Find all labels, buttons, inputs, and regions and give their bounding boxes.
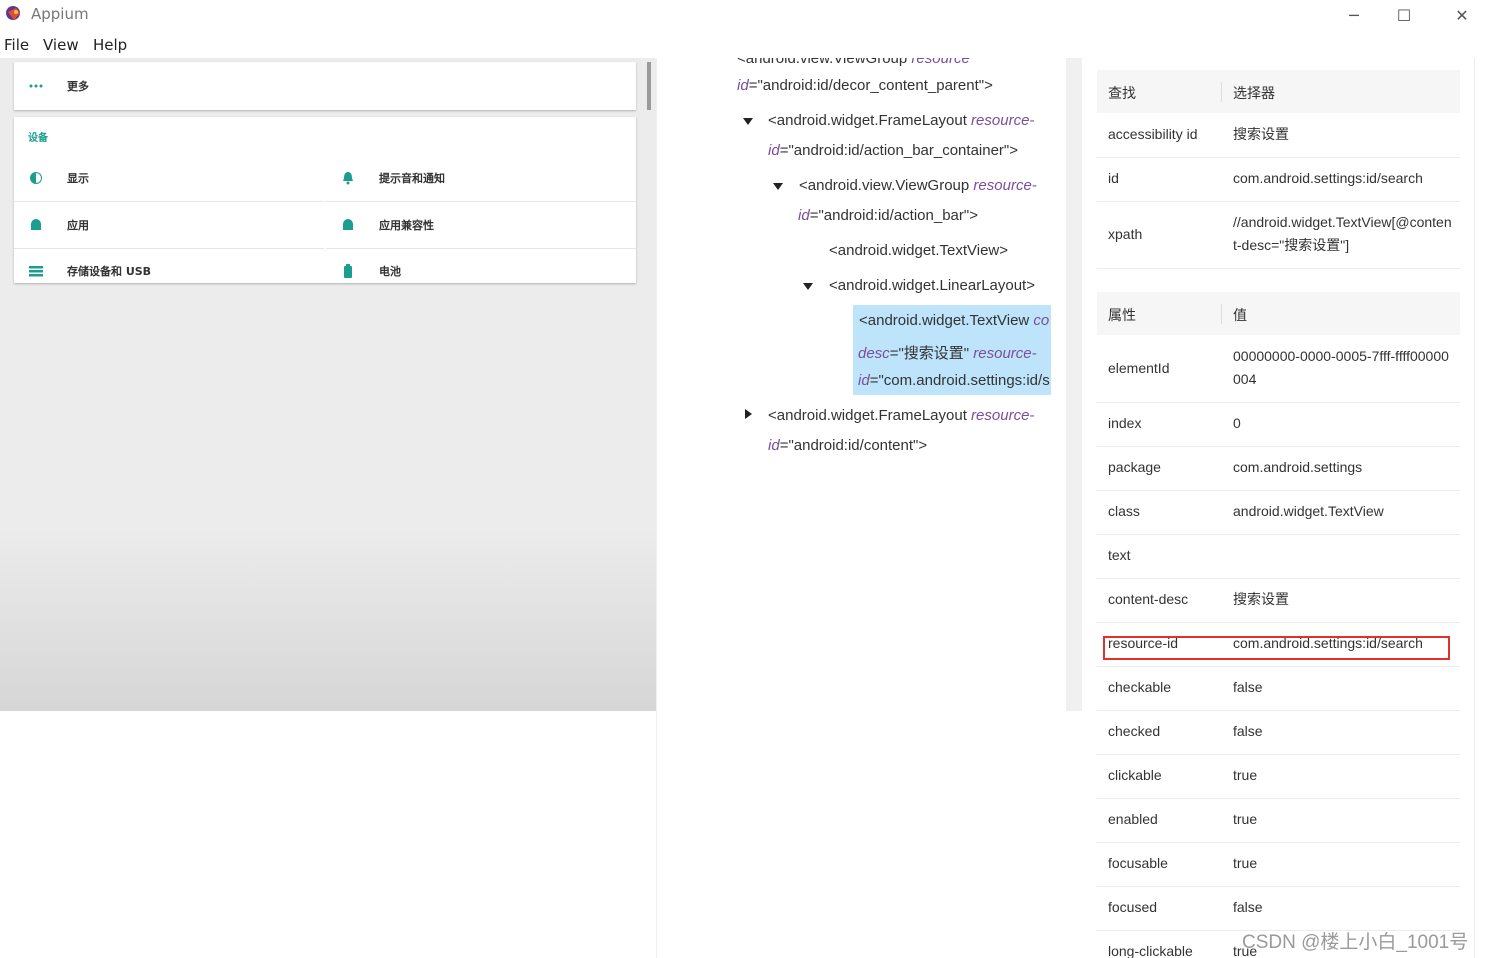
settings-item-storage[interactable]: 存储设备和 USB bbox=[14, 248, 324, 294]
attr-row-focused[interactable]: focused false bbox=[1097, 887, 1460, 931]
attr-row-index[interactable]: index 0 bbox=[1097, 403, 1460, 447]
attr-row-elementid[interactable]: elementId 00000000-0000-0005-7fff-ffff00… bbox=[1097, 336, 1460, 403]
storage-icon bbox=[29, 266, 43, 277]
tree-node-line: id="android:id/decor_content_parent"> bbox=[737, 77, 993, 94]
expand-caret-icon[interactable] bbox=[745, 409, 752, 419]
tree-node-line: id="android:id/action_bar"> bbox=[798, 207, 978, 224]
attribute-table-header: 属性 值 bbox=[1097, 292, 1460, 335]
attr-row-focusable[interactable]: focusable true bbox=[1097, 843, 1460, 887]
tree-node-line: id="android:id/content"> bbox=[768, 437, 928, 454]
attr-row-checkable[interactable]: checkable false bbox=[1097, 667, 1460, 711]
battery-icon bbox=[344, 264, 352, 278]
display-icon bbox=[30, 172, 42, 184]
collapse-caret-icon[interactable] bbox=[803, 283, 813, 290]
android-icon bbox=[343, 219, 353, 230]
attr-row-content-desc[interactable]: content-desc 搜索设置 bbox=[1097, 579, 1460, 623]
source-tree: <android.view.ViewGroup resource id="and… bbox=[656, 58, 1067, 958]
attr-row-enabled[interactable]: enabled true bbox=[1097, 799, 1460, 843]
attr-row-clickable[interactable]: clickable true bbox=[1097, 755, 1460, 799]
column-header: 属性 bbox=[1108, 307, 1136, 323]
settings-item-battery[interactable]: 电池 bbox=[326, 248, 636, 294]
minimize-button[interactable]: ─ bbox=[1326, 0, 1382, 30]
close-button[interactable]: ✕ bbox=[1434, 0, 1488, 30]
menu-help[interactable]: Help bbox=[93, 36, 127, 54]
annotation-highlight-box bbox=[1103, 636, 1450, 660]
devices-card: 设备 显示 提示音和通知 应用 应用兼容性 存储设备和 USB 电池 bbox=[14, 117, 636, 283]
panel-scroll-edge bbox=[1474, 58, 1475, 958]
column-header: 查找 bbox=[1108, 85, 1136, 101]
section-title: 设备 bbox=[28, 133, 48, 144]
settings-item-more[interactable]: 更多 bbox=[14, 63, 324, 109]
collapse-caret-icon[interactable] bbox=[743, 118, 753, 125]
attributes-panel: 查找 选择器 accessibility id 搜索设置 id com.andr… bbox=[1082, 58, 1488, 958]
tree-node-line: id="android:id/action_bar_container"> bbox=[768, 142, 1019, 159]
settings-item-compat[interactable]: 应用兼容性 bbox=[326, 202, 636, 249]
column-header: 选择器 bbox=[1233, 85, 1275, 101]
menu-bar: File View Help bbox=[0, 30, 1488, 58]
device-scrollbar[interactable] bbox=[647, 62, 651, 110]
more-card: 更多 bbox=[14, 62, 651, 110]
tree-node-content[interactable]: <android.widget.FrameLayout resource- bbox=[768, 407, 1034, 424]
item-label: 电池 bbox=[379, 265, 401, 278]
tree-node-linearlayout[interactable]: <android.widget.LinearLayout> bbox=[829, 277, 1035, 294]
item-label: 显示 bbox=[67, 172, 89, 185]
tree-node-action-bar[interactable]: <android.view.ViewGroup resource- bbox=[799, 177, 1037, 194]
item-label: 应用兼容性 bbox=[379, 219, 434, 232]
watermark: CSDN @楼上小白_1001号 bbox=[1242, 932, 1469, 953]
android-icon bbox=[31, 219, 41, 230]
tree-node-decor-content-parent[interactable]: <android.view.ViewGroup resource bbox=[737, 58, 970, 67]
selector-row-accessibility-id[interactable]: accessibility id 搜索设置 bbox=[1097, 114, 1460, 158]
selector-table-header: 查找 选择器 bbox=[1097, 70, 1460, 113]
attr-row-class[interactable]: class android.widget.TextView bbox=[1097, 491, 1460, 535]
device-screenshot[interactable]: 更多 设备 显示 提示音和通知 应用 应用兼容性 存储设备和 USB 电池 bbox=[0, 58, 656, 711]
item-label: 存储设备和 USB bbox=[67, 265, 152, 278]
selector-row-id[interactable]: id com.android.settings:id/search bbox=[1097, 158, 1460, 202]
attr-row-package[interactable]: package com.android.settings bbox=[1097, 447, 1460, 491]
column-header: 值 bbox=[1233, 307, 1247, 323]
item-label: 更多 bbox=[67, 80, 89, 93]
window-title: Appium bbox=[31, 5, 89, 23]
settings-item-apps[interactable]: 应用 bbox=[14, 202, 324, 249]
pane-divider[interactable] bbox=[1066, 58, 1082, 711]
settings-item-display[interactable]: 显示 bbox=[14, 155, 324, 202]
collapse-caret-icon[interactable] bbox=[773, 183, 783, 190]
title-bar: Appium ─ ☐ ✕ bbox=[0, 0, 1488, 30]
tree-node-textview[interactable]: <android.widget.TextView> bbox=[829, 242, 1008, 259]
attr-row-text[interactable]: text bbox=[1097, 535, 1460, 579]
attr-row-checked[interactable]: checked false bbox=[1097, 711, 1460, 755]
tree-node-action-bar-container[interactable]: <android.widget.FrameLayout resource- bbox=[768, 112, 1034, 129]
bell-icon bbox=[343, 172, 353, 185]
item-label: 应用 bbox=[67, 219, 89, 232]
maximize-button[interactable]: ☐ bbox=[1376, 0, 1432, 30]
tree-node-line: id="com.android.settings:id/s bbox=[858, 372, 1050, 389]
menu-file[interactable]: File bbox=[4, 36, 29, 54]
tree-node-line: desc="搜索设置" resource- bbox=[858, 345, 1037, 362]
menu-view[interactable]: View bbox=[43, 36, 79, 54]
selector-row-xpath[interactable]: xpath //android.widget.TextView[@content… bbox=[1097, 202, 1460, 269]
item-label: 提示音和通知 bbox=[379, 172, 445, 185]
more-dots-icon bbox=[29, 84, 43, 88]
tree-node-search-textview[interactable]: <android.widget.TextView co bbox=[859, 312, 1049, 329]
settings-item-sound[interactable]: 提示音和通知 bbox=[326, 155, 636, 202]
appium-logo-icon bbox=[6, 6, 20, 20]
